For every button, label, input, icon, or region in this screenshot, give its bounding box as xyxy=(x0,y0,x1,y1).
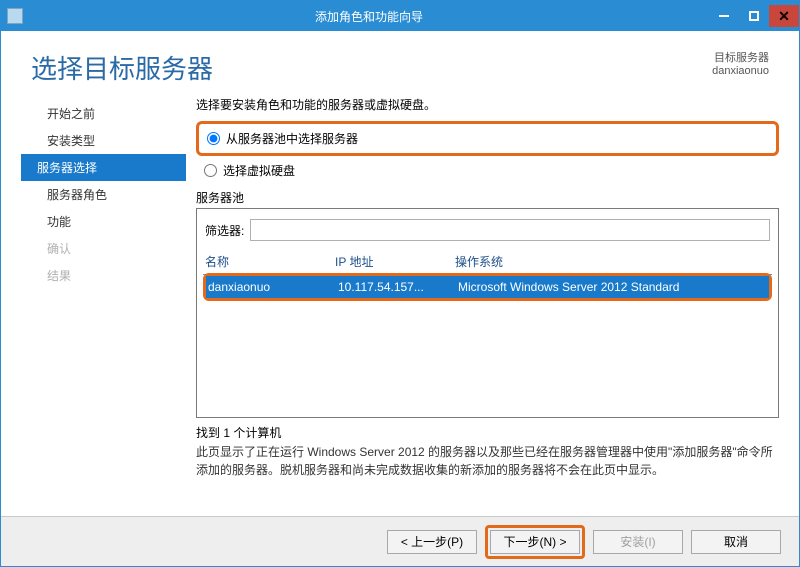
row-os: Microsoft Windows Server 2012 Standard xyxy=(458,280,767,294)
content: 选择要安装角色和功能的服务器或虚拟硬盘。 从服务器池中选择服务器 选择虚拟硬盘 … xyxy=(196,96,779,516)
sidebar-item-results: 结果 xyxy=(21,262,186,289)
next-highlight-box: 下一步(N) > xyxy=(485,525,585,559)
filter-label: 筛选器: xyxy=(205,222,244,239)
grid-empty-area xyxy=(203,301,772,417)
pool-label: 服务器池 xyxy=(196,189,779,206)
radio-vhd-label: 选择虚拟硬盘 xyxy=(223,162,295,179)
close-button[interactable]: ✕ xyxy=(769,5,799,27)
sidebar: 开始之前 安装类型 服务器选择 服务器角色 功能 确认 结果 xyxy=(21,96,196,516)
header-meta: 目标服务器 danxiaonuo xyxy=(712,49,769,77)
titlebar: 添加角色和功能向导 ✕ xyxy=(1,1,799,31)
radio-from-pool[interactable]: 从服务器池中选择服务器 xyxy=(207,128,768,149)
app-icon xyxy=(7,8,23,24)
found-count: 找到 1 个计算机 xyxy=(196,424,779,441)
sidebar-item-features[interactable]: 功能 xyxy=(21,208,186,235)
server-row[interactable]: danxiaonuo 10.117.54.157... Microsoft Wi… xyxy=(206,276,769,298)
sidebar-item-install-type[interactable]: 安装类型 xyxy=(21,127,186,154)
header: 选择目标服务器 目标服务器 danxiaonuo xyxy=(1,31,799,96)
window-buttons: ✕ xyxy=(709,5,799,27)
col-ip-header[interactable]: IP 地址 xyxy=(335,253,455,270)
sidebar-item-server-roles[interactable]: 服务器角色 xyxy=(21,181,186,208)
radio-vhd[interactable]: 选择虚拟硬盘 xyxy=(196,160,779,181)
maximize-button[interactable] xyxy=(739,5,769,27)
meta-label: 目标服务器 xyxy=(712,49,769,65)
description-text: 此页显示了正在运行 Windows Server 2012 的服务器以及那些已经… xyxy=(196,443,779,479)
col-os-header[interactable]: 操作系统 xyxy=(455,253,770,270)
cancel-button[interactable]: 取消 xyxy=(691,530,781,554)
sidebar-item-confirm: 确认 xyxy=(21,235,186,262)
window-title: 添加角色和功能向导 xyxy=(29,8,709,25)
row-highlight-box: danxiaonuo 10.117.54.157... Microsoft Wi… xyxy=(203,273,772,301)
meta-value: danxiaonuo xyxy=(712,65,769,77)
main: 开始之前 安装类型 服务器选择 服务器角色 功能 确认 结果 选择要安装角色和功… xyxy=(1,96,799,516)
minimize-button[interactable] xyxy=(709,5,739,27)
server-pool-box: 筛选器: 名称 IP 地址 操作系统 danxiaonuo 10.117.54.… xyxy=(196,208,779,418)
col-name-header[interactable]: 名称 xyxy=(205,253,335,270)
radio-highlight-box: 从服务器池中选择服务器 xyxy=(196,121,779,156)
radio-from-pool-label: 从服务器池中选择服务器 xyxy=(226,130,358,147)
row-ip: 10.117.54.157... xyxy=(338,280,458,294)
wizard-window: 添加角色和功能向导 ✕ 选择目标服务器 目标服务器 danxiaonuo 开始之… xyxy=(0,0,800,567)
sidebar-item-before[interactable]: 开始之前 xyxy=(21,100,186,127)
page-heading: 选择目标服务器 xyxy=(31,49,712,86)
footer: < 上一步(P) 下一步(N) > 安装(I) 取消 xyxy=(1,516,799,566)
radio-from-pool-input[interactable] xyxy=(207,132,220,145)
filter-input[interactable] xyxy=(250,219,770,241)
next-button[interactable]: 下一步(N) > xyxy=(490,530,580,554)
grid-header: 名称 IP 地址 操作系统 xyxy=(203,249,772,275)
close-icon: ✕ xyxy=(778,8,790,25)
radio-vhd-input[interactable] xyxy=(204,164,217,177)
instruction-text: 选择要安装角色和功能的服务器或虚拟硬盘。 xyxy=(196,96,779,113)
filter-row: 筛选器: xyxy=(203,215,772,249)
prev-button[interactable]: < 上一步(P) xyxy=(387,530,477,554)
row-name: danxiaonuo xyxy=(208,280,338,294)
sidebar-item-server-select[interactable]: 服务器选择 xyxy=(21,154,186,181)
body: 选择目标服务器 目标服务器 danxiaonuo 开始之前 安装类型 服务器选择… xyxy=(1,31,799,566)
install-button: 安装(I) xyxy=(593,530,683,554)
